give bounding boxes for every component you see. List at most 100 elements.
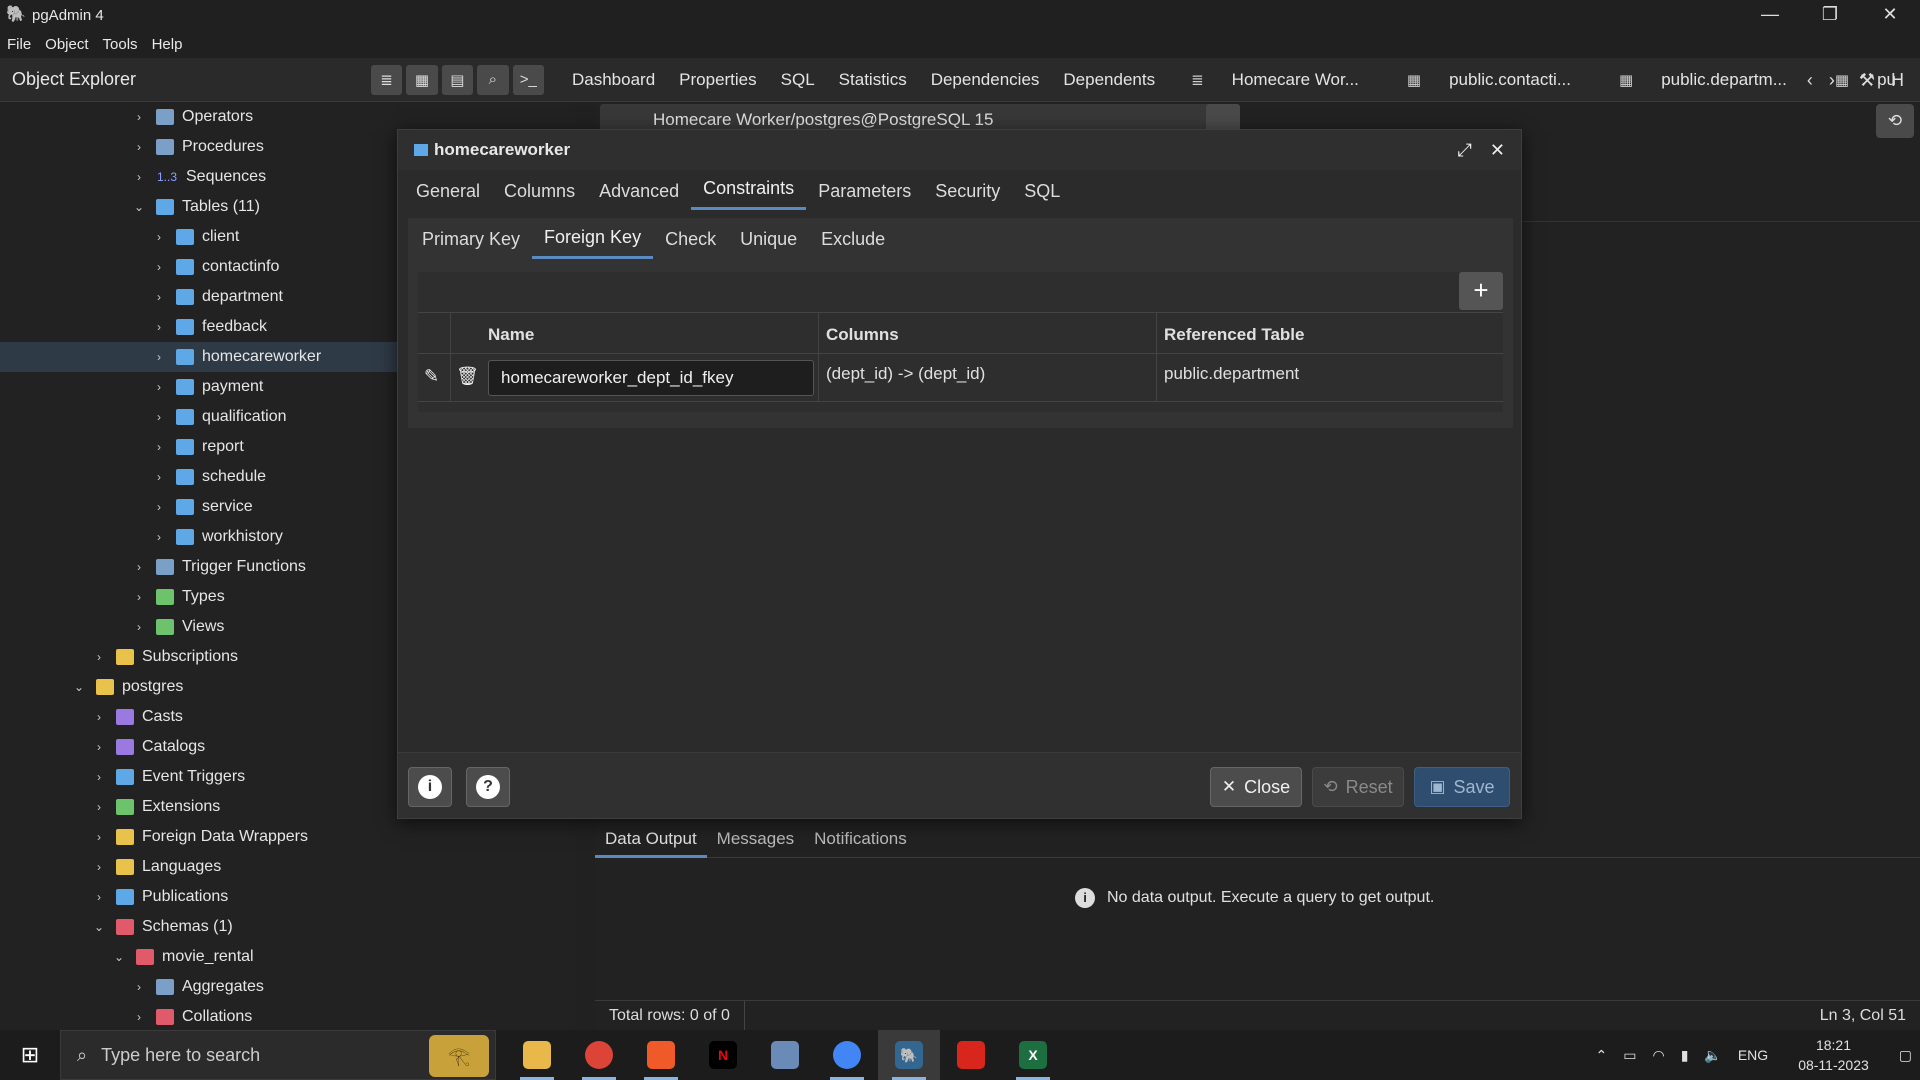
minimize-button[interactable]: — xyxy=(1740,0,1800,30)
save-button[interactable]: ▣ Save xyxy=(1414,767,1510,807)
clock[interactable]: 18:21 08-11-2023 xyxy=(1776,1035,1891,1075)
tab-sql[interactable]: SQL xyxy=(769,70,827,90)
taskbar-search[interactable]: ⌕ Type here to search 𓂀 xyxy=(60,1030,496,1080)
windows-start-icon[interactable]: ⊞ xyxy=(0,1042,60,1068)
chevron-right-icon[interactable]: › xyxy=(92,830,106,844)
query-tool-db-icon[interactable]: ≣ xyxy=(370,64,403,95)
tree-item[interactable]: › contactinfo xyxy=(152,252,279,282)
tree-item[interactable]: › Subscriptions xyxy=(92,642,238,672)
menu-tools[interactable]: Tools xyxy=(96,36,145,53)
tab-foreign-key[interactable]: Foreign Key xyxy=(532,219,654,259)
pencil-icon[interactable]: ✎ xyxy=(424,366,439,387)
chevron-right-icon[interactable]: › xyxy=(152,350,166,364)
menu-object[interactable]: Object xyxy=(38,36,95,53)
tab-advanced[interactable]: Advanced xyxy=(587,181,691,210)
tree-item[interactable]: ⌄ movie_rental xyxy=(112,942,254,972)
chevron-right-icon[interactable]: › xyxy=(152,260,166,274)
tree-item[interactable]: › Catalogs xyxy=(92,732,205,762)
tree-item[interactable]: › feedback xyxy=(152,312,267,342)
tab-exclude[interactable]: Exclude xyxy=(809,221,897,258)
tree-item[interactable]: › 1..3 Sequences xyxy=(132,162,266,192)
chevron-right-icon[interactable]: › xyxy=(132,1010,146,1024)
tab-security[interactable]: Security xyxy=(923,181,1012,210)
tab-check[interactable]: Check xyxy=(653,221,728,258)
tab-dashboard[interactable]: Dashboard xyxy=(560,70,667,90)
tree-item[interactable]: › payment xyxy=(152,372,263,402)
tab-parameters[interactable]: Parameters xyxy=(806,181,923,210)
chevron-right-icon[interactable]: › xyxy=(132,620,146,634)
tab-general[interactable]: General xyxy=(404,181,492,210)
tree-item[interactable]: › Procedures xyxy=(132,132,264,162)
tree-item[interactable]: › report xyxy=(152,432,244,462)
wifi-icon[interactable]: ◠ xyxy=(1644,1047,1672,1064)
chevron-right-icon[interactable]: › xyxy=(132,980,146,994)
tree-item[interactable]: › Collations xyxy=(132,1002,252,1030)
tree-item[interactable]: › Aggregates xyxy=(132,972,264,1002)
brave-app[interactable] xyxy=(630,1030,692,1080)
netflix-app[interactable]: N xyxy=(692,1030,754,1080)
file-explorer-app[interactable] xyxy=(506,1030,568,1080)
close-icon[interactable]: ✕ xyxy=(1490,140,1505,161)
tab-homecare-worker-query[interactable]: ≣ Homecare Wor... xyxy=(1167,70,1383,90)
tree-item[interactable]: ⌄ Tables (11) xyxy=(132,192,260,222)
network-icon[interactable]: ▭ xyxy=(1615,1047,1644,1064)
chevron-right-icon[interactable]: › xyxy=(1821,70,1843,91)
tree-item[interactable]: › Operators xyxy=(132,102,253,132)
tree-item[interactable]: › Types xyxy=(132,582,225,612)
chevron-right-icon[interactable]: › xyxy=(92,770,106,784)
chevron-right-icon[interactable]: › xyxy=(152,230,166,244)
refresh-icon[interactable]: ⟲ xyxy=(1876,104,1914,138)
add-row-button[interactable]: + xyxy=(1459,272,1503,310)
constraint-name-input[interactable] xyxy=(488,360,814,396)
tab-truncated-h[interactable]: ⚒ H xyxy=(1843,70,1920,91)
tab-dependencies[interactable]: Dependencies xyxy=(919,70,1052,90)
help-button[interactable]: ? xyxy=(466,767,510,807)
chevron-down-icon[interactable]: ⌄ xyxy=(112,950,126,964)
tree-item[interactable]: › schedule xyxy=(152,462,266,492)
close-button[interactable]: ✕ Close xyxy=(1210,767,1302,807)
chevron-right-icon[interactable]: › xyxy=(132,170,146,184)
tree-item[interactable]: › Publications xyxy=(92,882,228,912)
menu-file[interactable]: File xyxy=(0,36,38,53)
tab-columns[interactable]: Columns xyxy=(492,181,587,210)
tree-item[interactable]: › service xyxy=(152,492,253,522)
tab-public-department[interactable]: ▦ public.departm... xyxy=(1595,70,1811,90)
language-indicator[interactable]: ENG xyxy=(1730,1047,1776,1063)
tree-item[interactable]: › Extensions xyxy=(92,792,220,822)
chevron-right-icon[interactable]: › xyxy=(152,500,166,514)
chevron-down-icon[interactable]: ⌄ xyxy=(132,200,146,214)
tree-item[interactable]: › workhistory xyxy=(152,522,283,552)
tree-item[interactable]: › Views xyxy=(132,612,224,642)
psql-terminal-icon[interactable]: >_ xyxy=(512,64,544,95)
tab-messages[interactable]: Messages xyxy=(707,820,804,858)
tree-item[interactable]: › Languages xyxy=(92,852,221,882)
app-generic[interactable] xyxy=(754,1030,816,1080)
tab-constraints[interactable]: Constraints xyxy=(691,178,807,210)
chevron-right-icon[interactable]: › xyxy=(152,470,166,484)
battery-icon[interactable]: ▮ xyxy=(1673,1047,1697,1064)
chevron-right-icon[interactable]: › xyxy=(92,860,106,874)
chevron-right-icon[interactable]: › xyxy=(152,410,166,424)
chevron-down-icon[interactable]: ⌄ xyxy=(92,920,106,934)
chevron-right-icon[interactable]: › xyxy=(92,740,106,754)
pgadmin-app[interactable]: 🐘 xyxy=(878,1030,940,1080)
tab-dependents[interactable]: Dependents xyxy=(1051,70,1167,90)
chevron-right-icon[interactable]: › xyxy=(92,800,106,814)
chevron-right-icon[interactable]: › xyxy=(132,110,146,124)
tree-item[interactable]: ⌄ postgres xyxy=(72,672,183,702)
maximize-icon[interactable]: ⤢ xyxy=(1458,140,1472,161)
restore-button[interactable]: ❐ xyxy=(1800,0,1860,30)
chevron-right-icon[interactable]: › xyxy=(92,650,106,664)
chevron-down-icon[interactable]: ⌄ xyxy=(72,680,86,694)
tab-unique[interactable]: Unique xyxy=(728,221,809,258)
tree-item[interactable]: ⌄ Schemas (1) xyxy=(92,912,233,942)
filter-rows-icon[interactable]: ▤ xyxy=(441,64,474,95)
view-data-grid-icon[interactable]: ▦ xyxy=(406,64,438,95)
tab-primary-key[interactable]: Primary Key xyxy=(410,221,532,258)
menu-help[interactable]: Help xyxy=(145,36,190,53)
info-button[interactable]: i xyxy=(408,767,452,807)
chevron-right-icon[interactable]: › xyxy=(132,140,146,154)
search-objects-icon[interactable]: ⌕ xyxy=(477,64,509,95)
tree-item[interactable]: › client xyxy=(152,222,239,252)
chevron-right-icon[interactable]: › xyxy=(92,890,106,904)
